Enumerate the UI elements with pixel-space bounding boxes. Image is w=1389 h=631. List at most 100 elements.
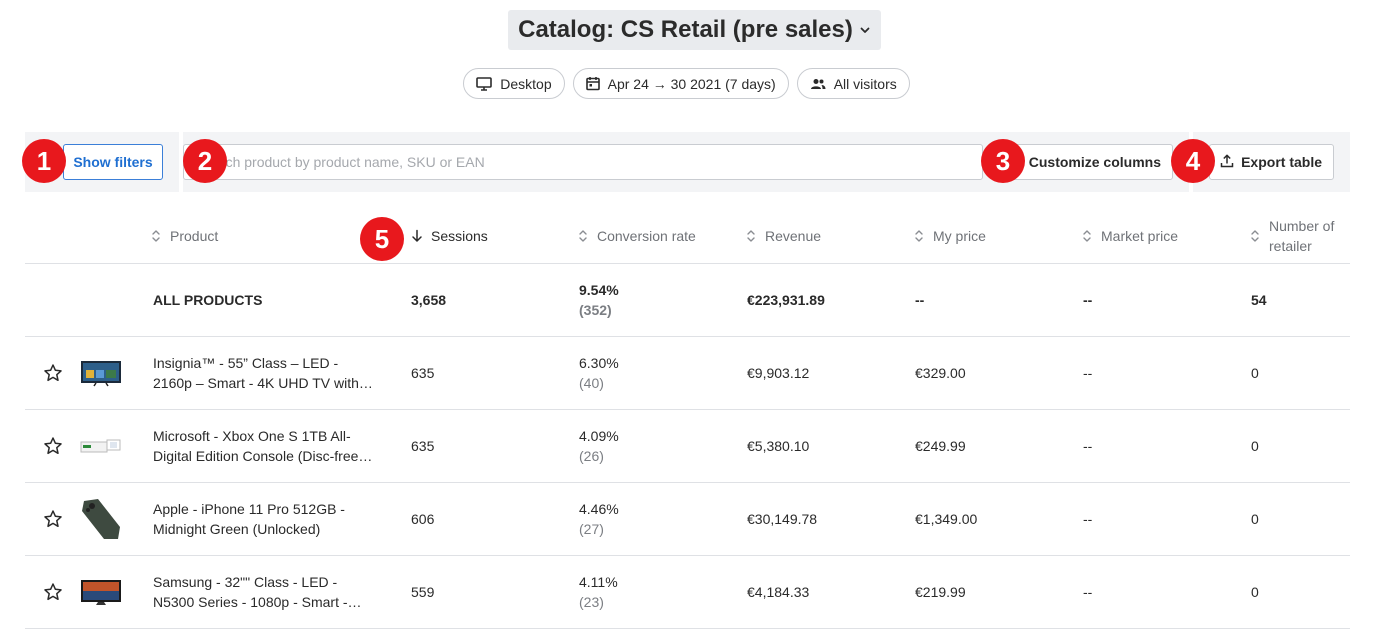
column-label-retailers-line2: retailer bbox=[1269, 237, 1312, 254]
table-row[interactable]: Insignia™ - 55” Class – LED - 2160p – Sma… bbox=[25, 337, 1350, 410]
summary-sessions: 3,658 bbox=[411, 292, 447, 308]
favorite-star-icon[interactable] bbox=[43, 337, 63, 409]
product-thumbnail bbox=[80, 483, 122, 555]
summary-row: ALL PRODUCTS 3,658 9.54% (352) €223,931.… bbox=[25, 264, 1350, 337]
column-header-revenue[interactable]: Revenue bbox=[745, 208, 821, 263]
sort-icon bbox=[747, 229, 755, 242]
revenue-value: €30,149.78 bbox=[747, 511, 818, 527]
table-row[interactable]: Apple - iPhone 11 Pro 512GB - Midnight Gr… bbox=[25, 483, 1350, 556]
annotation-badge-3: 3 bbox=[981, 139, 1025, 183]
favorite-star-icon[interactable] bbox=[43, 410, 63, 482]
retailers-value: 0 bbox=[1251, 365, 1259, 381]
retailers-value: 0 bbox=[1251, 438, 1259, 454]
product-thumbnail bbox=[80, 337, 122, 409]
export-icon bbox=[1220, 154, 1234, 171]
revenue-value: €9,903.12 bbox=[747, 365, 810, 381]
retailers-value: 0 bbox=[1251, 584, 1259, 600]
device-filter-pill[interactable]: Desktop bbox=[463, 68, 565, 99]
product-name-line2: N5300 Series - 1080p - Smart -… bbox=[153, 594, 362, 610]
summary-retailers: 54 bbox=[1251, 292, 1267, 308]
audience-label: All visitors bbox=[833, 75, 897, 92]
annotation-badge-2: 2 bbox=[183, 139, 227, 183]
context-filters: Desktop Apr 24 → 30 2021 (7 days) All vi… bbox=[0, 68, 1381, 99]
sort-icon bbox=[579, 229, 587, 242]
arrow-down-icon bbox=[412, 229, 422, 242]
conversion-cell: 4.11% (23) bbox=[579, 556, 618, 628]
conversions-count: (40) bbox=[579, 375, 604, 391]
revenue-value: €4,184.33 bbox=[747, 584, 810, 600]
customize-columns-label: Customize columns bbox=[1028, 154, 1161, 170]
table-row[interactable]: Microsoft - Xbox One S 1TB All- Digital E… bbox=[25, 410, 1350, 483]
conversion-rate: 4.11% bbox=[579, 574, 618, 590]
my-price-value: €1,349.00 bbox=[915, 511, 978, 527]
conversion-rate: 6.30% bbox=[579, 355, 619, 371]
device-filter-label: Desktop bbox=[500, 75, 552, 92]
column-label-conversion-rate: Conversion rate bbox=[597, 227, 696, 244]
summary-conversion-cell: 9.54% (352) bbox=[579, 264, 619, 336]
favorite-star-icon[interactable] bbox=[43, 483, 63, 555]
product-thumbnail bbox=[80, 410, 122, 482]
product-name-cell[interactable]: Samsung - 32"" Class - LED - N5300 Series… bbox=[153, 556, 385, 628]
column-label-market-price: Market price bbox=[1101, 227, 1179, 244]
summary-revenue: €223,931.89 bbox=[747, 292, 825, 308]
audience-pill[interactable]: All visitors bbox=[796, 68, 910, 99]
sessions-value: 606 bbox=[411, 511, 435, 527]
retailers-value: 0 bbox=[1251, 511, 1259, 527]
conversion-cell: 6.30% (40) bbox=[579, 337, 619, 409]
column-header-my-price[interactable]: My price bbox=[913, 208, 986, 263]
catalog-selector[interactable]: Catalog: CS Retail (pre sales) bbox=[508, 10, 881, 50]
summary-market-price: -- bbox=[1083, 292, 1093, 308]
product-name-line1: Microsoft - Xbox One S 1TB All- bbox=[153, 428, 351, 444]
sessions-value: 635 bbox=[411, 438, 435, 454]
column-label-revenue: Revenue bbox=[765, 227, 822, 244]
column-label-my-price: My price bbox=[933, 227, 986, 244]
sort-icon bbox=[1083, 229, 1091, 242]
my-price-value: €219.99 bbox=[915, 584, 966, 600]
column-header-conversion-rate[interactable]: Conversion rate bbox=[577, 208, 696, 263]
export-table-label: Export table bbox=[1241, 154, 1322, 170]
market-price-value: -- bbox=[1083, 438, 1093, 454]
date-range-pill[interactable]: Apr 24 → 30 2021 (7 days) bbox=[572, 68, 789, 99]
chevron-down-icon bbox=[859, 24, 871, 36]
sessions-value: 635 bbox=[411, 365, 435, 381]
table-row[interactable]: Samsung - 32"" Class - LED - N5300 Series… bbox=[25, 556, 1350, 629]
product-name-line2: Digital Edition Console (Disc-free… bbox=[153, 448, 373, 464]
conversion-cell: 4.09% (26) bbox=[579, 410, 619, 482]
table-header-row: Product Sessions Conversion rate Revenue… bbox=[25, 208, 1350, 264]
sort-icon bbox=[1251, 229, 1259, 242]
conversion-rate: 4.09% bbox=[579, 428, 619, 444]
product-name-line1: Samsung - 32"" Class - LED - bbox=[153, 574, 338, 590]
column-header-retailers[interactable]: Number of retailer bbox=[1249, 208, 1334, 263]
product-search-input[interactable] bbox=[183, 144, 983, 180]
summary-product: ALL PRODUCTS bbox=[153, 292, 263, 308]
column-header-product[interactable]: Product bbox=[150, 208, 218, 263]
product-name-cell[interactable]: Microsoft - Xbox One S 1TB All- Digital E… bbox=[153, 410, 385, 482]
revenue-value: €5,380.10 bbox=[747, 438, 810, 454]
export-table-button[interactable]: Export table bbox=[1209, 144, 1334, 180]
favorite-star-icon[interactable] bbox=[43, 556, 63, 628]
my-price-value: €329.00 bbox=[915, 365, 966, 381]
sort-icon bbox=[152, 229, 160, 242]
column-header-market-price[interactable]: Market price bbox=[1081, 208, 1178, 263]
market-price-value: -- bbox=[1083, 584, 1093, 600]
product-name-line2: 2160p – Smart - 4K UHD TV with… bbox=[153, 375, 373, 391]
annotation-badge-1: 1 bbox=[22, 139, 66, 183]
column-label-retailers-line1: Number of bbox=[1269, 217, 1335, 234]
annotation-badge-4: 4 bbox=[1171, 139, 1215, 183]
market-price-value: -- bbox=[1083, 511, 1093, 527]
product-name-line2: Midnight Green (Unlocked) bbox=[153, 521, 321, 537]
column-label-sessions: Sessions bbox=[431, 227, 488, 244]
column-header-sessions[interactable]: Sessions bbox=[411, 208, 488, 263]
show-filters-button[interactable]: Show filters bbox=[63, 144, 163, 180]
market-price-value: -- bbox=[1083, 365, 1093, 381]
page-title: Catalog: CS Retail (pre sales) bbox=[518, 16, 853, 43]
product-name-cell[interactable]: Apple - iPhone 11 Pro 512GB - Midnight Gr… bbox=[153, 483, 385, 555]
summary-conversion-rate: 9.54% bbox=[579, 282, 619, 298]
conversion-rate: 4.46% bbox=[579, 501, 619, 517]
title-area: Catalog: CS Retail (pre sales) bbox=[0, 10, 1389, 50]
column-label-product: Product bbox=[170, 227, 219, 244]
product-name-line1: Insignia™ - 55” Class – LED - bbox=[153, 355, 339, 371]
conversions-count: (27) bbox=[579, 521, 604, 537]
column-label-retailers: Number of retailer bbox=[1269, 216, 1334, 256]
product-name-cell[interactable]: Insignia™ - 55” Class – LED - 2160p – Sma… bbox=[153, 337, 385, 409]
